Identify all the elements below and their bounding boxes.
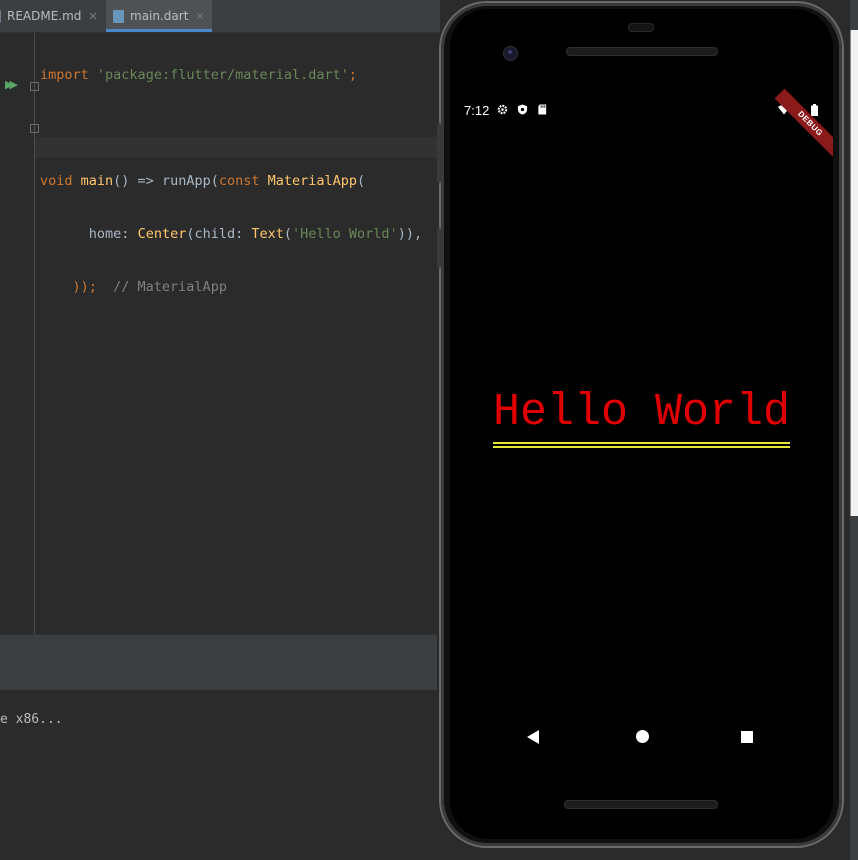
code-token: )); bbox=[72, 279, 114, 295]
code-content[interactable]: import 'package:flutter/material.dart'; … bbox=[40, 33, 422, 330]
bottom-speaker bbox=[564, 800, 718, 809]
code-token: ; bbox=[348, 67, 358, 83]
code-token: 'package:flutter/material.dart' bbox=[96, 67, 349, 83]
status-bar: 7:12 bbox=[450, 101, 833, 121]
tab-readme[interactable]: README.md ✕ bbox=[0, 0, 98, 32]
back-triangle-icon[interactable] bbox=[527, 730, 539, 744]
code-line: void main() => runApp(const MaterialApp( bbox=[40, 171, 422, 192]
code-token: ( bbox=[283, 226, 293, 242]
right-panel bbox=[850, 30, 858, 516]
front-camera-icon bbox=[503, 46, 518, 61]
gear-icon bbox=[497, 104, 508, 115]
code-token: Center bbox=[137, 226, 187, 242]
android-nav-bar bbox=[450, 725, 833, 749]
code-token: void bbox=[40, 173, 73, 189]
sd-card-icon bbox=[537, 104, 548, 115]
code-token: const bbox=[218, 173, 260, 189]
tool-window-header bbox=[0, 662, 440, 691]
breadcrumb-bar bbox=[0, 634, 440, 664]
code-token: 'Hello World' bbox=[292, 226, 398, 242]
status-time: 7:12 bbox=[464, 103, 490, 118]
top-speaker bbox=[566, 47, 718, 56]
tab-readme-label: README.md bbox=[7, 9, 82, 23]
code-token: () => runApp( bbox=[113, 173, 219, 189]
code-token: )), bbox=[397, 226, 423, 242]
fold-icon[interactable] bbox=[30, 124, 39, 133]
code-token: MaterialApp bbox=[267, 173, 358, 189]
fold-icon[interactable] bbox=[30, 82, 39, 91]
code-line: )); // MaterialApp bbox=[40, 277, 422, 298]
hello-world-text-container: Hello World bbox=[450, 386, 833, 448]
console-output: e x86... bbox=[0, 712, 63, 727]
close-icon[interactable]: ✕ bbox=[88, 10, 97, 23]
debug-banner: DEBUG bbox=[774, 88, 833, 160]
code-line: import 'package:flutter/material.dart'; bbox=[40, 65, 422, 86]
run-console[interactable]: e x86... bbox=[0, 690, 440, 860]
close-icon[interactable]: ✕ bbox=[195, 10, 204, 23]
shield-icon bbox=[517, 104, 528, 115]
emulator-screen[interactable]: 7:12 DEBUG Hello World bbox=[450, 9, 833, 839]
home-circle-icon[interactable] bbox=[636, 730, 649, 743]
code-token: import bbox=[40, 67, 89, 83]
proximity-sensor bbox=[628, 23, 654, 32]
markdown-file-icon bbox=[0, 9, 1, 23]
editor-tab-bar: README.md ✕ main.dart ✕ bbox=[0, 0, 440, 33]
code-token: main bbox=[80, 173, 114, 189]
run-icon[interactable]: ▶▶ bbox=[5, 78, 18, 91]
hello-world-text: Hello World bbox=[492, 387, 791, 448]
volume-button bbox=[437, 123, 441, 183]
code-editor[interactable]: ▶▶ import 'package:flutter/material.dart… bbox=[0, 33, 440, 634]
tab-main-dart[interactable]: main.dart ✕ bbox=[106, 0, 212, 32]
code-line: home: Center(child: Text('Hello World'))… bbox=[40, 224, 422, 245]
emulator-device-frame: 7:12 DEBUG Hello World bbox=[437, 3, 842, 846]
code-token: (child: bbox=[186, 226, 252, 242]
code-token: ( bbox=[357, 173, 366, 189]
dart-file-icon bbox=[113, 9, 124, 23]
side-button bbox=[437, 228, 441, 268]
code-token: home: bbox=[88, 226, 138, 242]
code-comment: // MaterialApp bbox=[113, 279, 227, 295]
code-token: Text bbox=[251, 226, 284, 242]
tab-main-dart-label: main.dart bbox=[130, 9, 189, 23]
recents-square-icon[interactable] bbox=[741, 731, 753, 743]
